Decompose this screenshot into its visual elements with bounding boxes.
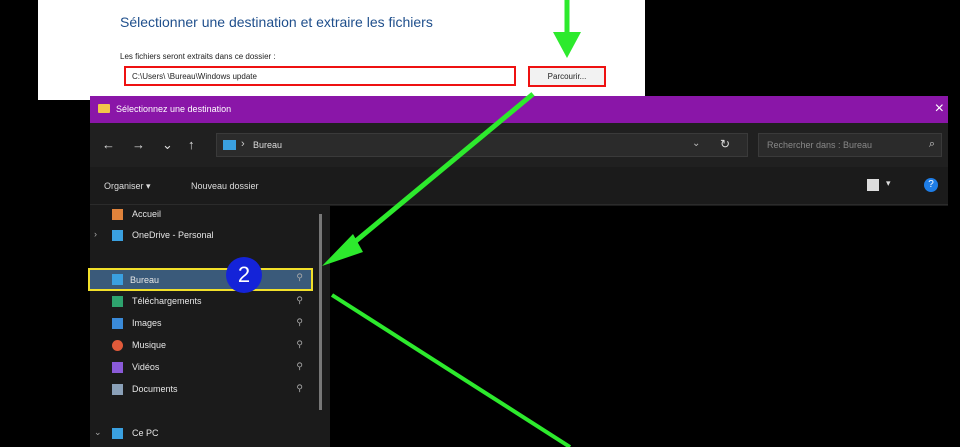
sidebar-item-label: OneDrive - Personal [132,230,214,240]
sidebar-item-onedrive[interactable]: › OneDrive - Personal [94,227,311,245]
cloud-icon [112,230,123,241]
video-icon [112,362,123,373]
background-bottom-left [38,100,90,447]
sidebar-item-label: Accueil [132,209,162,219]
pin-icon: ⚲ [296,339,303,349]
home-icon [112,209,123,220]
sidebar-item-label: Documents [132,384,178,394]
sidebar-item-accueil[interactable]: Accueil [106,206,311,224]
sidebar-item-musique[interactable]: Musique ⚲ [106,337,311,355]
view-options-icon[interactable] [867,179,879,191]
search-box[interactable]: Rechercher dans : Bureau ⌕ [758,133,942,157]
pc-icon [112,428,123,439]
navigation-scrollbar[interactable] [319,214,322,410]
pin-icon: ⚲ [296,361,303,371]
search-placeholder: Rechercher dans : Bureau [767,140,873,150]
help-button[interactable]: ? [924,178,938,192]
file-explorer-dialog: Sélectionnez une destination × ← → ⌄ ↑ ›… [88,96,948,447]
title-bar: Sélectionnez une destination × [90,96,948,123]
breadcrumb-bureau[interactable]: Bureau [253,140,282,150]
desktop-icon [112,274,123,285]
sidebar-item-label: Bureau [130,275,160,285]
background-right [645,0,960,100]
window-title: Sélectionnez une destination [116,104,232,114]
sidebar-item-ce-pc[interactable]: ⌄ Ce PC [94,425,311,443]
step-number-badge: 2 [226,257,262,293]
pin-icon: ⚲ [296,317,303,327]
extract-title: Sélectionner une destination et extraire… [120,14,433,30]
up-button[interactable]: ↑ [188,137,195,153]
sidebar-item-videos[interactable]: Vidéos ⚲ [106,359,311,377]
sidebar-item-images[interactable]: Images ⚲ [106,315,311,333]
back-button[interactable]: ← [102,137,115,153]
sidebar-item-label: Musique [132,340,167,350]
sidebar-item-label: Vidéos [132,362,160,372]
pin-icon: ⚲ [296,295,303,305]
refresh-button[interactable]: ↻ [720,137,730,151]
close-button[interactable]: × [935,99,944,119]
sidebar-item-telechargements[interactable]: Téléchargements ⚲ [106,293,311,311]
pin-icon: ⚲ [296,383,303,393]
address-dropdown-button[interactable]: ⌄ [692,138,700,149]
destination-path-input[interactable]: C:\Users\ \Bureau\Windows update [124,66,516,86]
new-folder-button[interactable]: Nouveau dossier [191,181,259,191]
navigation-bar: ← → ⌄ ↑ › Bureau ⌄ ↻ Rechercher dans : B… [90,123,948,167]
images-icon [112,318,123,329]
desktop-icon [223,140,236,150]
background-far-right [948,100,960,447]
pin-icon: ⚲ [296,272,303,282]
navigation-pane: Accueil › OneDrive - Personal Bureau ⚲ T… [88,206,325,447]
documents-icon [112,384,123,395]
organize-menu[interactable]: Organiser ▾ [104,181,151,192]
sidebar-item-documents[interactable]: Documents ⚲ [106,381,311,399]
download-icon [112,296,123,307]
expand-chevron-icon[interactable]: › [94,229,97,239]
command-bar: Organiser ▾ Nouveau dossier ▾ ? [90,167,948,205]
file-list-area[interactable] [330,206,948,447]
folder-icon [98,104,110,113]
recent-locations-button[interactable]: ⌄ [162,137,173,153]
breadcrumb-separator: › [241,138,245,150]
sidebar-item-bureau[interactable]: Bureau ⚲ [88,268,313,291]
browse-button[interactable]: Parcourir... [528,66,606,87]
sidebar-item-label: Téléchargements [132,296,202,306]
search-icon[interactable]: ⌕ [929,138,935,151]
sidebar-item-label: Images [132,318,162,328]
extract-folder-label: Les fichiers seront extraits dans ce dos… [120,52,276,61]
collapse-chevron-icon[interactable]: ⌄ [94,427,102,438]
extract-dialog: Sélectionner une destination et extraire… [90,0,645,100]
view-options-dropdown[interactable]: ▾ [886,178,891,189]
forward-button[interactable]: → [132,137,145,153]
background-left [0,0,38,447]
music-icon [112,340,123,351]
sidebar-item-label: Ce PC [132,428,159,438]
address-bar[interactable]: › Bureau ⌄ ↻ [216,133,748,157]
